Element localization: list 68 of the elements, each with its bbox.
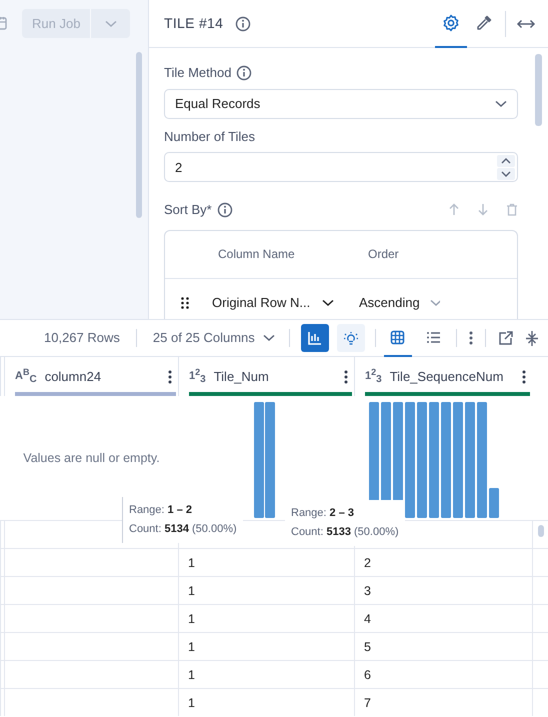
grid-icon [390, 330, 406, 344]
spin-down-button[interactable] [497, 168, 515, 180]
settings-icon[interactable] [442, 14, 460, 32]
histogram-tooltip: Range: 2 – 3 Count: 5133 (50.00%) [285, 500, 405, 546]
bar-chart-icon [306, 330, 323, 346]
histogram-tooltip: Range: 1 – 2 Count: 5134 (50.00%) [122, 497, 243, 543]
table-cell: 1 [178, 604, 354, 632]
more-vertical-icon[interactable] [344, 370, 348, 384]
histogram-button[interactable] [300, 324, 329, 352]
table-cell: 5 [354, 632, 532, 660]
external-link-icon[interactable] [498, 330, 513, 346]
table-cell: 1 [178, 576, 354, 604]
panel-title: TILE #14 [164, 14, 224, 33]
table-cell: 4 [354, 604, 532, 632]
field-label: Tile Method [164, 64, 232, 82]
scrollbar[interactable] [538, 525, 544, 537]
method-dropdown[interactable]: Equal Records [164, 88, 518, 118]
drag-handle-icon[interactable] [181, 296, 189, 308]
chevron-up-icon [501, 158, 511, 164]
scrollbar-track [532, 632, 548, 660]
table-cell: 6 [354, 660, 532, 688]
more-vertical-icon[interactable] [522, 370, 526, 384]
scrollbar[interactable] [535, 54, 542, 126]
field-label: Number of Tiles [164, 128, 256, 146]
column-name: column24 [44, 368, 102, 386]
more-vertical-icon[interactable] [168, 370, 172, 384]
scrollbar-track [532, 688, 548, 716]
info-icon [235, 16, 252, 32]
list-icon [426, 330, 442, 344]
spin-up-button[interactable] [497, 155, 515, 167]
table-cell: 3 [354, 576, 532, 604]
collapse-icon[interactable] [524, 330, 539, 346]
column-dropdown[interactable]: Original Row N... [212, 292, 359, 312]
row-count: 10,267 Rows [44, 329, 120, 348]
column-name: Tile_Num [214, 368, 270, 386]
chevron-down-icon [430, 298, 440, 306]
info-icon [216, 202, 233, 218]
chevron-down-icon [104, 20, 117, 28]
scrollbar-track [532, 576, 548, 604]
insights-button[interactable] [336, 324, 365, 352]
scrollbar-track [532, 660, 548, 688]
scrollbar[interactable] [136, 52, 142, 218]
table-cell: 1 [178, 548, 354, 576]
chevron-down-icon [322, 298, 334, 306]
table-cell: 1 [178, 632, 354, 660]
info-icon [236, 64, 252, 81]
table-cell: 1 [178, 688, 354, 716]
empty-message: Values are null or empty. [23, 450, 160, 467]
column-header: Column Name [218, 246, 296, 263]
chevron-down-icon [501, 171, 511, 177]
expand-horizontal-icon[interactable] [516, 18, 536, 30]
calendar-icon [0, 16, 7, 30]
columns-dropdown[interactable]: 25 of 25 Columns [152, 328, 275, 348]
field-label: Sort By* [164, 201, 212, 219]
lightbulb-icon [342, 330, 359, 346]
table-cell: 1 [178, 660, 354, 688]
table-cell: 2 [354, 548, 532, 576]
chevron-down-icon [495, 100, 507, 108]
dropper-icon[interactable] [475, 14, 493, 32]
scrollbar-track [532, 604, 548, 632]
column-name: Tile_SequenceNum [390, 368, 504, 386]
number-field[interactable]: 2 [164, 152, 518, 182]
histogram-bar [489, 488, 499, 518]
order-dropdown[interactable]: Ascending [359, 292, 440, 312]
chevron-down-icon [262, 334, 275, 342]
more-vertical-icon[interactable] [468, 331, 473, 345]
column-header: Order [368, 246, 399, 263]
table-cell: 7 [354, 688, 532, 716]
